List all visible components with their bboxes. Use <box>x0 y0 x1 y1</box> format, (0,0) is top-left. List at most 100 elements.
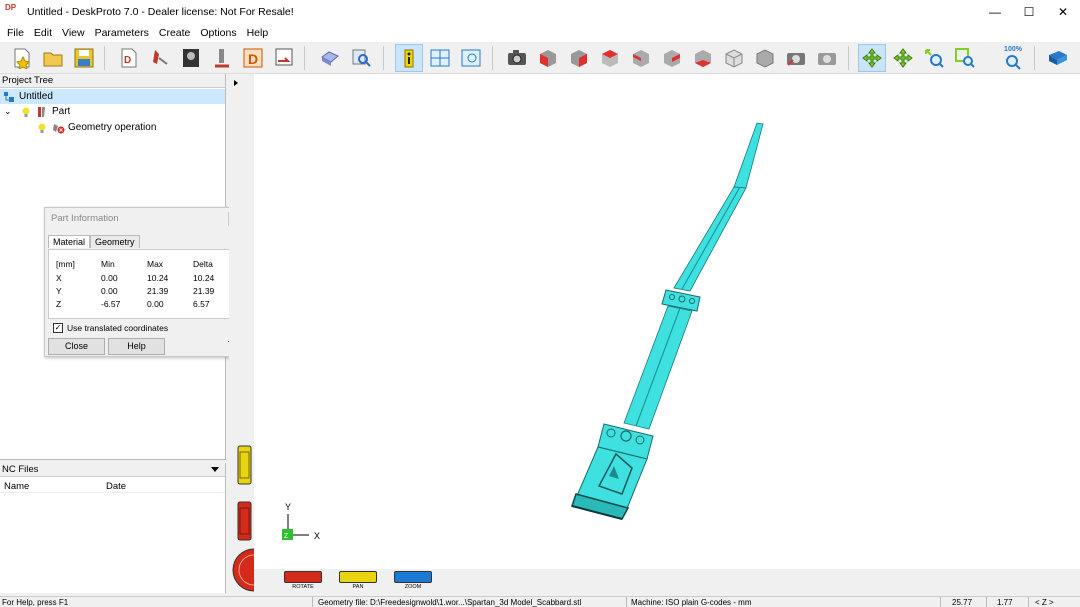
status-axis: < Z > <box>1035 598 1054 607</box>
help-button[interactable]: Help <box>108 338 165 355</box>
wizard-image-icon[interactable] <box>177 44 205 72</box>
zoom-window-icon[interactable] <box>951 44 979 72</box>
status-machine: Machine: ISO plain G-codes - mm <box>631 598 752 607</box>
dropdown-arrow-icon[interactable] <box>211 467 219 472</box>
menu-options[interactable]: Options <box>195 27 241 39</box>
table-header: Max <box>147 259 164 269</box>
view-iso2-icon[interactable] <box>751 44 779 72</box>
lightbulb-icon[interactable] <box>20 106 32 118</box>
tree-item-label: Part <box>52 106 71 117</box>
lightbulb-icon[interactable] <box>36 122 48 134</box>
menu-edit[interactable]: Edit <box>29 27 57 39</box>
column-name[interactable]: Name <box>4 481 29 492</box>
wizard-3d-icon[interactable]: D <box>115 44 143 72</box>
view-camera2-icon[interactable] <box>813 44 841 72</box>
pan-control-label: PAN <box>352 584 364 590</box>
table-cell: 0.00 <box>101 286 118 296</box>
view-iso-icon[interactable] <box>720 44 748 72</box>
side-strip-art <box>232 80 276 592</box>
tree-item-geometry-operation[interactable]: Geometry operation <box>36 120 156 135</box>
menu-view[interactable]: View <box>57 27 90 39</box>
window-title: Untitled - DeskProto 7.0 - Dealer licens… <box>27 6 294 18</box>
status-help: For Help, press F1 <box>2 598 69 607</box>
tab-material[interactable]: Material <box>48 235 91 248</box>
rotate-icon[interactable] <box>858 44 886 72</box>
help-book-icon[interactable] <box>1044 44 1072 72</box>
table-cell: 21.39 <box>147 286 169 296</box>
deskproto-app-icon[interactable]: DP <box>5 4 21 20</box>
rotate-control-label: ROTATE <box>292 584 314 590</box>
use-translated-checkbox[interactable]: ✓ <box>53 323 63 333</box>
table-cell: Z <box>56 299 62 309</box>
axis-x-label: X <box>314 531 320 541</box>
save-project-icon[interactable] <box>70 44 98 72</box>
table-cell: 0.00 <box>101 273 118 283</box>
svg-text:D: D <box>248 51 258 67</box>
view-top-icon[interactable] <box>596 44 624 72</box>
zoom-icon[interactable] <box>920 44 948 72</box>
menu-create[interactable]: Create <box>154 27 196 39</box>
table-header: Delta <box>193 259 213 269</box>
open-project-icon[interactable] <box>39 44 67 72</box>
table-cell: 10.24 <box>147 273 169 283</box>
table-cell: 6.57 <box>193 299 210 309</box>
pan-icon[interactable] <box>889 44 917 72</box>
wizard-2d-icon[interactable] <box>146 44 174 72</box>
table-header: Min <box>101 259 115 269</box>
dialog-title: Part Information <box>51 213 119 224</box>
table-cell: 21.39 <box>193 286 215 296</box>
table-cell: -6.57 <box>101 299 121 309</box>
layout-icon[interactable] <box>426 44 454 72</box>
tree-item-label: Untitled <box>19 91 53 102</box>
wizard-export-icon[interactable] <box>270 44 298 72</box>
wizard-rotary-icon[interactable] <box>208 44 236 72</box>
close-window-button[interactable]: ✕ <box>1046 0 1080 24</box>
menu-parameters[interactable]: Parameters <box>90 27 154 39</box>
part-icon <box>36 106 48 118</box>
view-bottom-icon[interactable] <box>689 44 717 72</box>
minimize-button[interactable]: — <box>978 0 1012 24</box>
wizard-d-icon[interactable]: D <box>239 44 267 72</box>
table-header: [mm] <box>56 259 75 269</box>
zoom-100-icon[interactable]: 100% <box>999 44 1027 72</box>
menu-file[interactable]: File <box>2 27 29 39</box>
rotate-control[interactable] <box>284 571 322 583</box>
view-back-icon[interactable] <box>627 44 655 72</box>
tree-item-untitled[interactable]: Untitled <box>0 89 225 104</box>
inspect-geometry-icon[interactable] <box>347 44 375 72</box>
zoom-control[interactable] <box>394 571 432 583</box>
table-cell: 10.24 <box>193 273 215 283</box>
nc-files-title: NC Files <box>2 464 39 475</box>
collapse-chevron-icon[interactable]: ⌄ <box>4 106 16 117</box>
viewport-side-strip <box>229 74 276 593</box>
zoom-control-label: ZOOM <box>404 584 422 590</box>
load-geometry-icon[interactable] <box>316 44 344 72</box>
menu-help[interactable]: Help <box>242 27 274 39</box>
view-right-icon[interactable] <box>565 44 593 72</box>
column-date[interactable]: Date <box>106 481 126 492</box>
nc-files-panel: NC Files Name Date <box>0 463 226 593</box>
pan-control[interactable] <box>339 571 377 583</box>
3d-viewport[interactable]: Y Z X <box>254 74 1080 569</box>
table-cell: 0.00 <box>147 299 164 309</box>
status-y-value: 1.77 <box>997 598 1013 607</box>
view-left-icon[interactable] <box>658 44 686 72</box>
close-button[interactable]: Close <box>48 338 105 355</box>
view-front-icon[interactable] <box>534 44 562 72</box>
screen-icon[interactable] <box>457 44 485 72</box>
project-icon <box>3 91 15 103</box>
part-info-icon[interactable] <box>395 44 423 72</box>
new-project-icon[interactable] <box>8 44 36 72</box>
status-geometry-file: Geometry file: D:\Freedesignwold\1.wor..… <box>318 598 582 607</box>
tree-item-part[interactable]: ⌄ Part <box>4 104 70 119</box>
maximize-button[interactable]: ☐ <box>1012 0 1046 24</box>
status-x-value: 25.77 <box>952 598 973 607</box>
zoom-100-label: 100% <box>1004 46 1022 53</box>
axis-z-label: Z <box>284 533 289 540</box>
tab-geometry[interactable]: Geometry <box>90 235 140 248</box>
snapshot-icon[interactable] <box>503 44 531 72</box>
table-cell: Y <box>56 286 62 296</box>
tree-item-label: Geometry operation <box>68 122 157 133</box>
view-camera-icon[interactable] <box>782 44 810 72</box>
main-toolbar: D D 100% <box>0 42 1080 74</box>
